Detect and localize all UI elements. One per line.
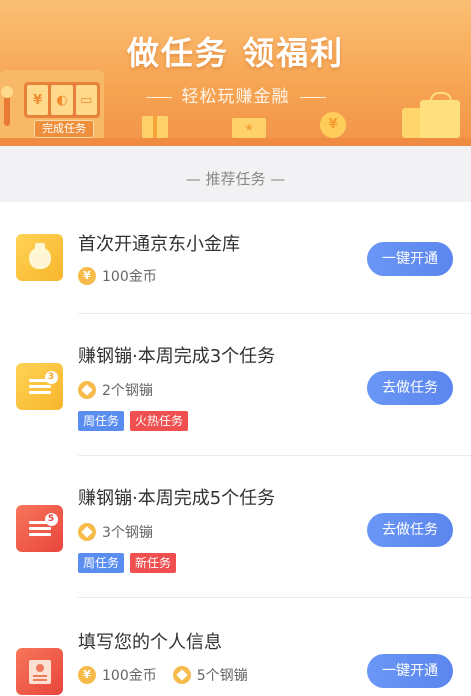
task-count-badge: 5 xyxy=(44,512,58,526)
coin-icon: ¥ xyxy=(78,666,96,684)
reward-text: 5个钢镚 xyxy=(196,668,248,684)
reward-row: ¥ 100金币 xyxy=(78,266,157,286)
task-list-icon: 5 xyxy=(16,505,63,552)
star-box-icon: ★ xyxy=(232,118,266,138)
do-task-button[interactable]: 去做任务 xyxy=(367,513,453,547)
section-header: — 推荐任务 — xyxy=(0,156,471,202)
divider xyxy=(145,96,172,98)
reward-text: 3个钢镚 xyxy=(102,525,153,541)
task-item: 5 赚钢镚·本周完成5个任务 3个钢镚 周任务 新任务 去做任务 xyxy=(0,456,471,598)
task-title: 赚钢镚·本周完成5个任务 xyxy=(78,488,276,509)
banner-floor xyxy=(0,138,471,146)
steel-coin-icon xyxy=(172,666,191,684)
reward: ¥ 100金币 xyxy=(78,266,157,286)
gift-icon xyxy=(142,116,168,138)
money-bag-glyph xyxy=(28,242,51,269)
banner-title: 做任务 领福利 xyxy=(126,34,345,72)
profile-card-glyph xyxy=(28,659,51,684)
banner-subtitle: 轻松玩赚金融 xyxy=(0,82,471,107)
task-title: 填写您的个人信息 xyxy=(78,632,222,653)
task-title: 首次开通京东小金库 xyxy=(78,234,240,255)
reward-text: 100金币 xyxy=(102,269,157,285)
open-now-button[interactable]: 一键开通 xyxy=(367,242,453,276)
profile-card-icon xyxy=(16,648,63,695)
tag-weekly: 周任务 xyxy=(78,553,125,573)
steel-coin-icon xyxy=(78,381,96,399)
money-bag-icon xyxy=(16,234,63,281)
reward-text: 2个钢镚 xyxy=(102,383,153,399)
reward: 2个钢镚 xyxy=(78,380,153,400)
do-task-button[interactable]: 去做任务 xyxy=(367,371,453,405)
promo-banner: ¥ ◐ ▭ 完成任务 ★ ¥ 做任务 领福利 轻松玩赚金融 xyxy=(0,0,471,146)
tag-row: 周任务 新任务 xyxy=(78,553,177,573)
list-glyph: 3 xyxy=(28,370,58,395)
task-item: 填写您的个人信息 ¥ 100金币 5个钢镚 一键开通 xyxy=(0,598,471,696)
reward-row: 2个钢镚 xyxy=(78,380,153,400)
reward-row: 3个钢镚 xyxy=(78,522,153,542)
list-glyph: 5 xyxy=(28,512,58,537)
task-item: 3 赚钢镚·本周完成3个任务 2个钢镚 周任务 火热任务 去做任务 xyxy=(0,314,471,456)
reward: ¥ 100金币 xyxy=(78,665,157,685)
task-title: 赚钢镚·本周完成3个任务 xyxy=(78,346,276,367)
divider xyxy=(299,96,326,98)
reward: 3个钢镚 xyxy=(78,522,153,542)
banner-subtitle-text: 轻松玩赚金融 xyxy=(181,87,290,107)
reward-row: ¥ 100金币 5个钢镚 xyxy=(78,665,248,685)
coin-decoration-icon: ¥ xyxy=(320,112,346,138)
tag-row: 周任务 火热任务 xyxy=(78,411,189,431)
tag-new: 新任务 xyxy=(130,553,177,573)
open-now-button[interactable]: 一键开通 xyxy=(367,654,453,688)
tag-weekly: 周任务 xyxy=(78,411,125,431)
coin-icon: ¥ xyxy=(78,267,96,285)
slot-label: 完成任务 xyxy=(34,120,94,138)
tag-hot: 火热任务 xyxy=(130,411,189,431)
steel-coin-icon xyxy=(78,523,96,541)
reward: 5个钢镚 xyxy=(172,665,248,685)
task-list-icon: 3 xyxy=(16,363,63,410)
task-count-badge: 3 xyxy=(44,370,58,384)
reward-text: 100金币 xyxy=(102,668,157,684)
task-list: 首次开通京东小金库 ¥ 100金币 一键开通 3 赚钢镚·本周完成3个任务 2个… xyxy=(0,202,471,696)
task-item: 首次开通京东小金库 ¥ 100金币 一键开通 xyxy=(0,202,471,314)
